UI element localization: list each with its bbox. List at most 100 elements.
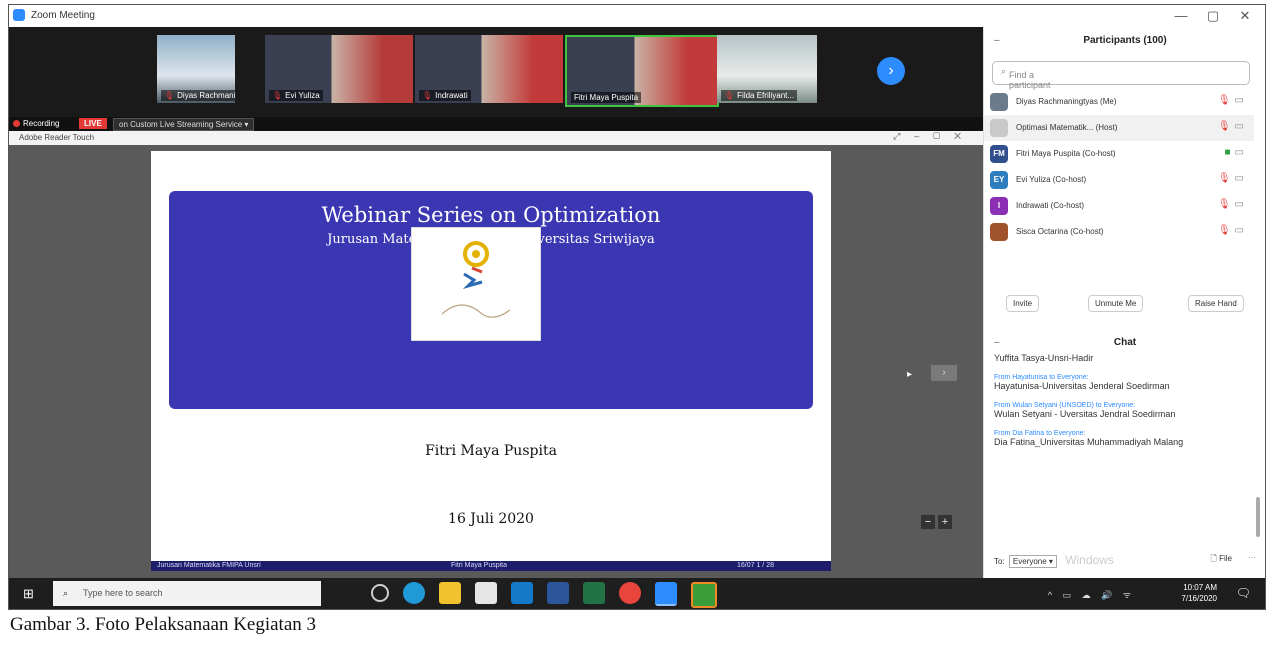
screen-share-toolbar: Adobe Reader Touch ⤢–▢✕ — [9, 131, 983, 146]
taskbar-clock[interactable]: 10:07 AM 7/16/2020 — [1181, 582, 1217, 604]
video-off-icon: ▭ — [1234, 95, 1248, 106]
more-options-icon[interactable]: ··· — [1248, 553, 1256, 562]
zoom-in-button[interactable]: + — [938, 515, 952, 529]
recording-indicator[interactable]: Recording — [13, 119, 59, 128]
collapse-chat-icon[interactable]: – — [994, 337, 1000, 348]
window-title: Zoom Meeting — [31, 10, 95, 21]
avatar — [990, 223, 1008, 241]
footer-right: 16/07 1 / 28 — [737, 562, 774, 569]
edge-icon[interactable] — [403, 582, 425, 604]
slide-presenter: Fitri Maya Puspita — [425, 443, 557, 459]
tile-label: 🎙 Filda Efriliyant... — [721, 90, 798, 101]
mic-muted-icon: 🎙 — [272, 91, 283, 100]
video-off-icon: ▭ — [1234, 199, 1248, 210]
raise-hand-button[interactable]: Raise Hand — [1188, 295, 1244, 312]
chat-scrollbar[interactable] — [1256, 497, 1260, 537]
window-titlebar: Zoom Meeting — ▢ ✕ — [9, 5, 1265, 27]
participant-name: Diyas Rachmaningtyas (Me) — [1016, 97, 1117, 106]
mic-muted-icon: 🎙 — [164, 91, 175, 100]
tile-label: 🎙 Evi Yuliza — [269, 90, 323, 101]
avatar: EY — [990, 171, 1008, 189]
participant-row[interactable]: Diyas Rachmaningtyas (Me) 🎙▭ — [984, 89, 1254, 115]
video-tile-active-speaker[interactable]: Fitri Maya Puspita — [565, 35, 719, 107]
participant-search-placeholder: ⌕ Find a participant — [1001, 66, 1051, 90]
tile-label: 🎙 Indrawati — [419, 90, 471, 101]
figure-caption: Gambar 3. Foto Pelaksanaan Kegiatan 3 — [10, 614, 317, 635]
windows-start-icon[interactable]: ⊞ — [23, 586, 34, 602]
participant-name: Sisca Octarina (Co-host) — [1016, 227, 1104, 236]
file-button[interactable]: 🗋 File — [1210, 553, 1232, 567]
shared-screen: Webinar Series on Optimization Jurusan M… — [9, 145, 983, 578]
unmute-me-button[interactable]: Unmute Me — [1088, 295, 1144, 312]
avatar — [990, 119, 1008, 137]
shared-window-controls[interactable]: ⤢–▢✕ — [893, 131, 975, 142]
shared-app-title: Adobe Reader Touch — [19, 133, 95, 142]
mail-icon[interactable] — [511, 582, 533, 604]
participant-row[interactable]: I Indrawati (Co-host) 🎙▭ — [984, 193, 1254, 219]
taskbar-apps — [371, 582, 717, 608]
participant-name: Optimasi Matematik... (Host) — [1016, 123, 1118, 132]
chat-header: – Chat — [994, 337, 1137, 348]
minimize-button[interactable]: — — [1165, 5, 1197, 27]
video-tile[interactable]: 🎙 Indrawati — [415, 35, 563, 103]
participant-status-icons: ■▭ — [1225, 147, 1249, 158]
video-off-icon: ▭ — [1234, 147, 1248, 158]
participant-status-icons: 🎙▭ — [1217, 173, 1248, 184]
windows-taskbar: ⊞ ⌕ Type here to search ^ ▭ ☁ 🔊 ᯤ 10:07 … — [9, 578, 1265, 609]
participant-name: Indrawati (Co-host) — [1016, 201, 1085, 210]
close-button[interactable]: ✕ — [1229, 5, 1261, 27]
recipient-dropdown[interactable]: Everyone ▾ — [1008, 555, 1057, 568]
slide-date: 16 Juli 2020 — [448, 511, 534, 527]
avatar: I — [990, 197, 1008, 215]
video-tile[interactable]: 🎙 Filda Efriliyant... — [717, 35, 817, 103]
chat-message: From Dia Fatina to Everyone: Dia Fatina_… — [994, 430, 1184, 447]
word-icon[interactable] — [547, 582, 569, 604]
video-tile[interactable]: 🎙 Evi Yuliza — [265, 35, 413, 103]
tile-label: Fitri Maya Puspita — [571, 92, 642, 103]
next-slide-button[interactable]: › — [931, 365, 957, 381]
collapse-participants-icon[interactable]: – — [994, 35, 1000, 46]
participant-row[interactable]: EY Evi Yuliza (Co-host) 🎙▭ — [984, 167, 1254, 193]
participant-status-icons: 🎙▭ — [1217, 199, 1248, 210]
window-controls: — ▢ ✕ — [1165, 5, 1261, 27]
footer-mid: Fitri Maya Puspita — [451, 562, 508, 569]
chat-recipient-row: To: Everyone ▾ Windows 🗋 File ··· — [994, 553, 1260, 568]
participant-row[interactable]: FM Fitri Maya Puspita (Co-host) ■▭ — [984, 141, 1254, 167]
participant-search-input[interactable]: ⌕ Find a participant — [992, 61, 1250, 90]
screenshot-frame: Zoom Meeting — ▢ ✕ 🎙Diyas Rachmani... 🎙E… — [8, 4, 1266, 610]
taskbar-search-box[interactable]: ⌕ Type here to search — [53, 581, 321, 606]
video-tile[interactable]: 🎙Diyas Rachmani... — [157, 35, 235, 103]
slide-footer-bar: Jurusan Matematika FMIPA Unsri Fitri May… — [151, 561, 831, 571]
zoom-taskbar-icon[interactable] — [655, 582, 677, 606]
video-off-icon: ▭ — [1234, 225, 1248, 236]
file-explorer-icon[interactable] — [439, 582, 461, 604]
participant-name: Evi Yuliza (Co-host) — [1016, 175, 1087, 184]
notification-icon[interactable]: 🗨 — [1236, 586, 1251, 600]
excel-icon[interactable] — [583, 582, 605, 604]
live-service-dropdown[interactable]: on Custom Live Streaming Service ▾ — [113, 118, 255, 131]
zoom-app-icon — [13, 9, 25, 21]
side-panel: – Participants (100) ⌕ Find a participan… — [983, 27, 1265, 578]
zoom-out-button[interactable]: − — [921, 515, 935, 529]
windows-watermark: Windows — [1065, 553, 1114, 567]
participant-row[interactable]: Optimasi Matematik... (Host) 🎙▭ — [984, 115, 1254, 141]
video-off-icon: ▭ — [1234, 121, 1248, 132]
mic-muted-icon: 🎙 — [422, 91, 433, 100]
search-icon: ⌕ — [63, 588, 69, 598]
maximize-button[interactable]: ▢ — [1197, 5, 1229, 27]
footer-left: Jurusan Matematika FMIPA Unsri — [157, 562, 261, 569]
participant-actions: Invite Unmute Me Raise Hand — [984, 289, 1265, 317]
chat-message: Yuffita Tasya-Unsri-Hadir — [994, 353, 1094, 363]
task-view-icon[interactable] — [371, 584, 389, 602]
store-icon[interactable] — [475, 582, 497, 604]
mouse-cursor-icon: ▸ — [907, 369, 913, 380]
camtasia-icon[interactable] — [691, 582, 717, 608]
slide-title: Webinar Series on Optimization — [321, 203, 661, 227]
chrome-icon[interactable] — [619, 582, 641, 604]
participant-status-icons: 🎙▭ — [1217, 95, 1248, 106]
system-tray-icons[interactable]: ^ ▭ ☁ 🔊 ᯤ — [1048, 588, 1135, 601]
next-page-arrow-icon[interactable]: › — [877, 57, 905, 85]
live-badge: LIVE — [79, 118, 107, 129]
participant-row[interactable]: Sisca Octarina (Co-host) 🎙▭ — [984, 219, 1254, 245]
invite-button[interactable]: Invite — [1006, 295, 1040, 312]
